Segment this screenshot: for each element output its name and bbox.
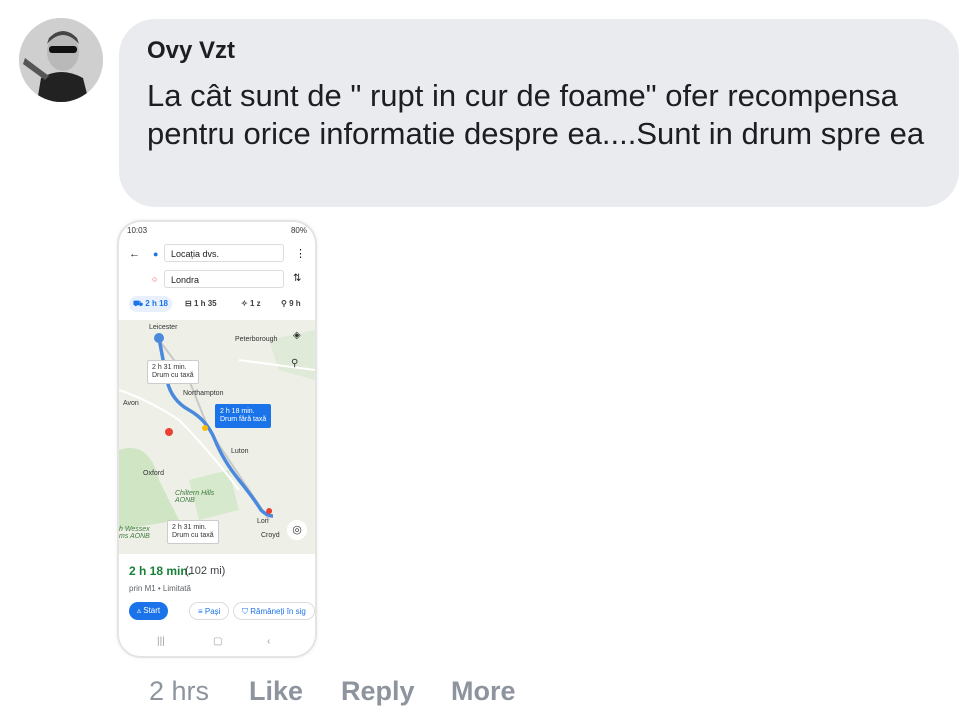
route-map: Leicester Peterborough Northampton Avon … [119,320,315,554]
origin-dot-icon: ● [153,249,159,259]
route-callout-selected: 2 h 18 min. Drum fără taxă [215,404,272,428]
via-route: prin M1 • Limitată [129,584,191,593]
status-battery: 80% [290,226,307,235]
map-label-london: Lon [257,518,269,525]
back-icon: ‹ [267,636,271,647]
attached-screenshot[interactable]: 10:03 80% ← ● Locația dvs. ⋮ ○ Londra ⇅ … [119,222,315,656]
eta: 2 h 18 min. [129,564,192,578]
my-location-icon: ◎ [287,520,307,540]
stay-safe-button: ⛉ Rămâneți în sig [233,602,315,620]
back-arrow-icon: ← [129,248,140,260]
comment-bubble: Ovy Vzt La cât sunt de " rupt in cur de … [119,19,959,207]
mode-walk: ✧ 1 z [241,299,261,308]
comment-text: La cât sunt de " rupt in cur de foame" o… [147,78,925,151]
reply-button[interactable]: Reply [341,676,415,707]
avatar-photo [19,18,103,102]
map-label-avon: Avon [123,400,139,407]
steps-button: ≡ Pași [189,602,230,620]
more-button[interactable]: More [451,676,516,707]
mode-transit: ⊟ 1 h 35 [185,299,217,308]
search-icon: ⚲ [291,358,299,369]
more-icon: ⋮ [295,248,306,260]
map-label-peterborough: Peterborough [235,336,278,343]
map-label-northampton: Northampton [183,390,224,397]
travel-modes: ⛟ 2 h 18 ⊟ 1 h 35 ✧ 1 z ⚲ 9 h [125,294,311,314]
route-callout-3: 2 h 31 min. Drum cu taxă [167,520,219,544]
status-time: 10:03 [127,226,148,235]
map-drawing [119,320,315,554]
map-label-wessex: h Wessex ms AONB [119,526,150,540]
like-button[interactable]: Like [249,676,303,707]
destination-marker-icon: ● [265,502,274,518]
route-summary: 2 h 18 min. (102 mi) prin M1 • Limitată … [119,554,315,656]
map-label-oxford: Oxford [143,470,165,477]
destination-field: Londra [164,270,284,288]
map-label-luton: Luton [231,448,249,455]
swap-icon: ⇅ [293,273,302,284]
map-label-chiltern: Chiltern Hills AONB [175,490,215,504]
recent-apps-icon: ||| [157,636,165,647]
route-callout-1: 2 h 31 min. Drum cu taxă [147,360,199,384]
comment-timestamp[interactable]: 2 hrs [149,676,209,707]
start-button: ▵ Start [129,602,169,620]
avatar[interactable] [19,18,103,102]
origin-field: Locația dvs. [164,244,284,262]
mode-bike: ⚲ 9 h [281,299,301,308]
layers-icon: ◈ [293,330,301,341]
home-icon: ▢ [213,636,223,647]
comment-author[interactable]: Ovy Vzt [147,37,931,65]
distance: (102 mi) [185,565,226,577]
map-label-leicester: Leicester [149,324,178,331]
phone-nav-bar: ||| ▢ ‹ [119,630,315,656]
destination-pin-icon: ○ [152,274,158,284]
phone-status-bar: 10:03 80% [119,222,315,238]
map-label-croydon: Croyd [261,532,280,539]
mode-car: ⛟ 2 h 18 [129,296,172,312]
